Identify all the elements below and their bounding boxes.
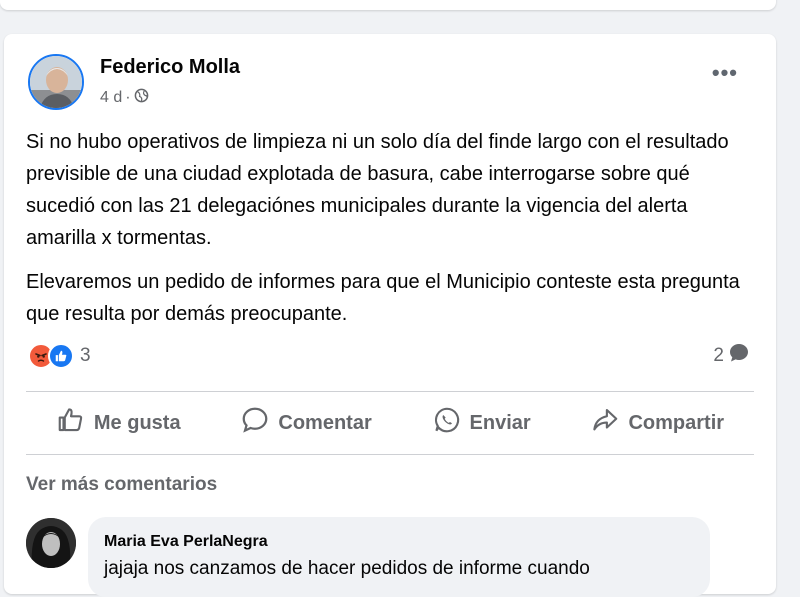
comment-label: Comentar <box>278 411 372 434</box>
post-author-name[interactable]: Federico Molla <box>100 56 240 79</box>
post-card: Federico Molla 4 d · ••• Si no hubo oper… <box>4 34 776 597</box>
like-button[interactable]: Me gusta <box>56 405 181 441</box>
comment-bubble: Maria Eva PerlaNegra jajaja nos canzamos… <box>88 517 710 597</box>
post-timestamp[interactable]: 4 d <box>100 89 122 107</box>
view-more-comments-link[interactable]: Ver más comentarios <box>26 474 217 496</box>
comment-count-value: 2 <box>713 345 724 366</box>
thumbs-up-icon <box>56 405 86 441</box>
comment-text: jajaja nos canzamos de hacer pedidos de … <box>104 558 590 579</box>
scrollbar[interactable] <box>780 0 800 579</box>
send-label: Enviar <box>469 411 531 434</box>
meta-separator: · <box>125 89 131 106</box>
globe-icon[interactable] <box>134 88 149 108</box>
divider <box>26 454 754 455</box>
share-icon <box>590 405 620 441</box>
comment-count[interactable]: 2 <box>713 342 750 370</box>
share-label: Compartir <box>628 411 725 434</box>
comment-author[interactable]: Maria Eva PerlaNegra <box>104 533 268 551</box>
comment-icon <box>240 405 270 441</box>
post-paragraph: Si no hubo operativos de limpieza ni un … <box>26 131 729 249</box>
post-paragraph: Elevaremos un pedido de informes para qu… <box>26 271 740 325</box>
commenter-avatar[interactable] <box>26 518 76 568</box>
like-label: Me gusta <box>93 411 181 434</box>
post-meta: 4 d · <box>100 88 149 108</box>
send-button[interactable]: Enviar <box>432 405 531 441</box>
reaction-summary[interactable]: 3 <box>28 343 91 369</box>
more-options-button[interactable]: ••• <box>712 62 738 84</box>
post-body: Si no hubo operativos de limpieza ni un … <box>26 126 762 342</box>
like-reaction-icon <box>48 343 74 369</box>
comment-button[interactable]: Comentar <box>240 405 372 441</box>
share-button[interactable]: Compartir <box>590 405 724 441</box>
previous-post-card <box>0 0 776 10</box>
post-actions-bar: Me gusta Comentar Enviar Compartir <box>26 392 754 454</box>
author-avatar[interactable] <box>28 54 84 110</box>
whatsapp-icon <box>432 405 462 441</box>
comment-bubble-icon <box>728 342 750 370</box>
reaction-count: 3 <box>80 345 91 366</box>
